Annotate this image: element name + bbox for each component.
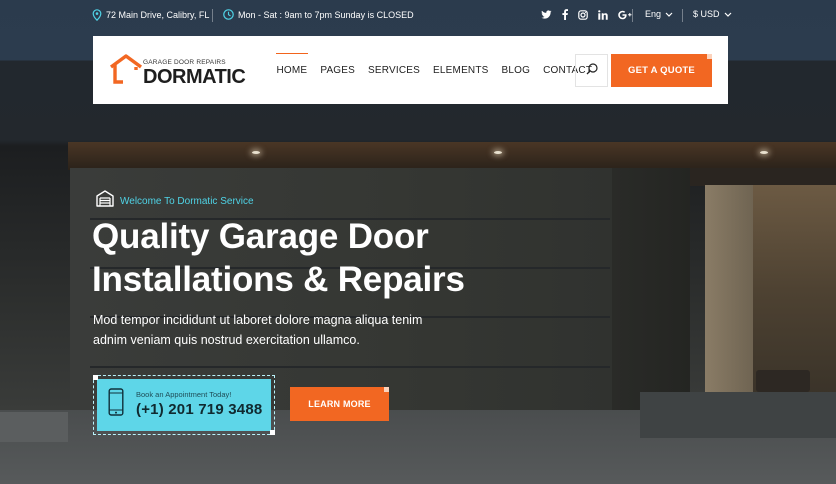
logo[interactable]: GARAGE DOOR REPAIRS DORMATIC (109, 52, 246, 90)
twitter-icon[interactable] (541, 9, 552, 24)
facebook-icon[interactable] (562, 9, 568, 24)
language-label: Eng (645, 9, 662, 19)
hours-text: Mon - Sat : 9am to 7pm Sunday is CLOSED (238, 9, 414, 20)
appointment-phone-box[interactable]: Book an Appointment Today! (+1) 201 719 … (93, 375, 275, 435)
phone-number[interactable]: (+1) 201 719 3488 (136, 401, 262, 418)
chevron-down-icon (724, 9, 732, 19)
address-info: 72 Main Drive, Calibry, FL (92, 9, 209, 21)
google-plus-icon[interactable] (618, 10, 632, 24)
nav-home[interactable]: HOME (270, 36, 314, 104)
hero-subtitle-line-1: Mod tempor incididunt ut laboret dolore … (93, 313, 423, 327)
nav-pages[interactable]: PAGES (314, 36, 362, 104)
instagram-icon[interactable] (578, 9, 588, 24)
social-links (541, 9, 632, 24)
search-button[interactable] (575, 54, 608, 87)
logo-wordmark: DORMATIC (143, 66, 246, 88)
welcome-line: Welcome To Dormatic Service (96, 190, 254, 212)
hero-subtitle: Mod tempor incididunt ut laboret dolore … (93, 310, 473, 350)
garage-icon (96, 190, 114, 212)
get-quote-button[interactable]: GET A QUOTE (611, 54, 712, 87)
hero-subtitle-line-2: adnim veniam quis nostrud exercitation u… (93, 333, 360, 347)
appointment-label: Book an Appointment Today! (136, 390, 232, 399)
top-bar: 72 Main Drive, Calibry, FL Mon - Sat : 9… (0, 0, 836, 32)
main-nav: HOME PAGES SERVICES ELEMENTS BLOG CONTAC… (270, 36, 599, 104)
smartphone-icon (108, 388, 124, 421)
chevron-down-icon (665, 9, 673, 19)
nav-blog[interactable]: BLOG (495, 36, 537, 104)
address-text: 72 Main Drive, Calibry, FL (106, 10, 210, 20)
hero-title: Quality Garage Door Installations & Repa… (92, 215, 612, 301)
language-select[interactable]: Eng (645, 9, 673, 19)
main-header: GARAGE DOOR REPAIRS DORMATIC HOME PAGES … (93, 36, 728, 104)
clock-icon (223, 9, 234, 20)
logo-tagline: GARAGE DOOR REPAIRS (143, 59, 226, 66)
nav-elements[interactable]: ELEMENTS (427, 36, 496, 104)
welcome-text: Welcome To Dormatic Service (120, 195, 254, 207)
linkedin-icon[interactable] (598, 9, 608, 24)
location-pin-icon (92, 9, 102, 21)
currency-select[interactable]: $ USD (693, 9, 732, 19)
currency-label: $ USD (693, 9, 720, 19)
learn-more-button[interactable]: LEARN MORE (290, 387, 389, 421)
search-icon (586, 62, 598, 80)
hours-info: Mon - Sat : 9am to 7pm Sunday is CLOSED (223, 9, 414, 20)
hero-title-line-2: Installations & Repairs (92, 260, 465, 299)
nav-services[interactable]: SERVICES (362, 36, 427, 104)
hero-title-line-1: Quality Garage Door (92, 217, 429, 256)
house-logo-icon (109, 53, 143, 90)
